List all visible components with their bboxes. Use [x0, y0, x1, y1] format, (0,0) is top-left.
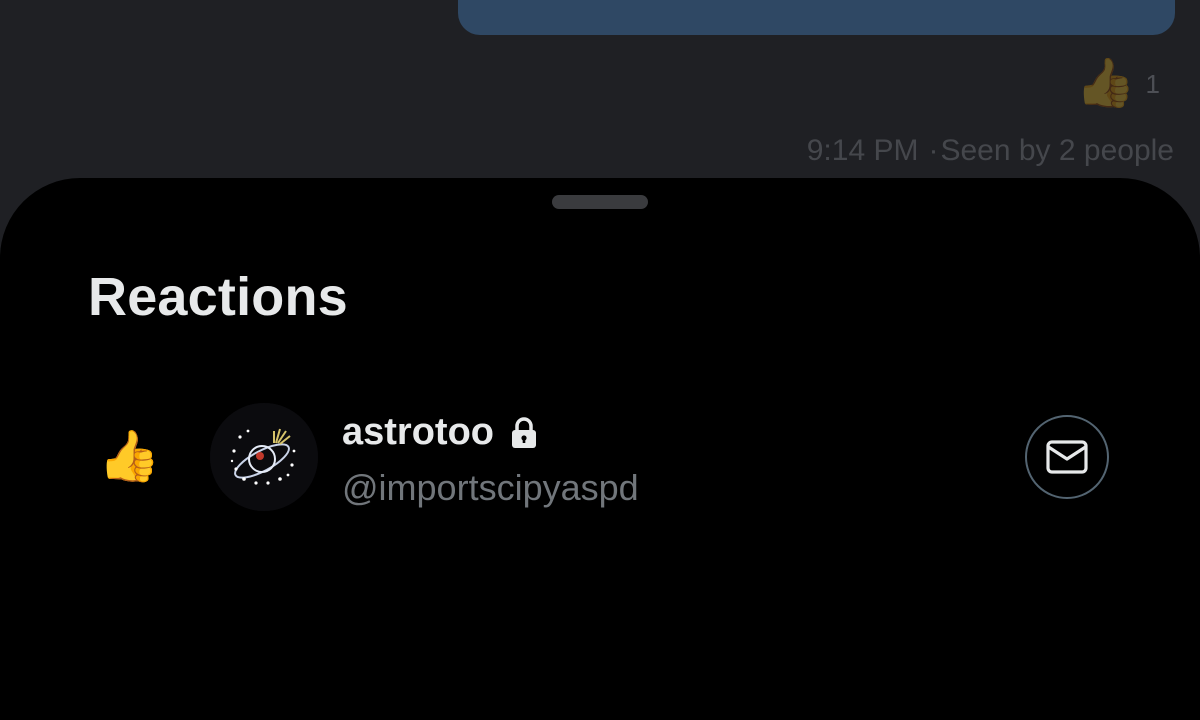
- sheet-drag-handle[interactable]: [552, 195, 648, 209]
- reaction-list-item[interactable]: 👍 astrotoo @importscipyaspd: [0, 403, 1200, 513]
- meta-separator: ·: [928, 134, 939, 167]
- reactions-sheet: Reactions 👍 astrotoo @importscipyaspd: [0, 178, 1200, 720]
- user-handle: @importscipyaspd: [342, 467, 639, 508]
- message-timestamp: 9:14 PM: [806, 134, 919, 167]
- message-status: 9:14 PM ·Seen by 2 people: [807, 134, 1174, 168]
- user-name-line: astrotoo: [342, 411, 538, 454]
- thumbs-up-icon: 👍: [1075, 57, 1136, 110]
- thumbs-up-icon: 👍: [98, 428, 161, 484]
- sheet-title: Reactions: [88, 267, 348, 327]
- send-message-button[interactable]: [1025, 415, 1109, 499]
- lock-icon: [510, 416, 538, 449]
- avatar[interactable]: [210, 403, 318, 511]
- reaction-count: 1: [1145, 68, 1160, 99]
- dm-screen: 👍 1 9:14 PM ·Seen by 2 people Reactions 👍: [0, 0, 1200, 720]
- message-bubble[interactable]: [458, 0, 1175, 35]
- user-display-name[interactable]: astrotoo: [342, 411, 494, 454]
- message-reaction-chip[interactable]: 👍 1: [1076, 54, 1160, 114]
- envelope-icon: [1046, 440, 1088, 474]
- seen-by-text: Seen by 2 people: [940, 134, 1174, 167]
- planet-avatar-icon: [210, 403, 318, 511]
